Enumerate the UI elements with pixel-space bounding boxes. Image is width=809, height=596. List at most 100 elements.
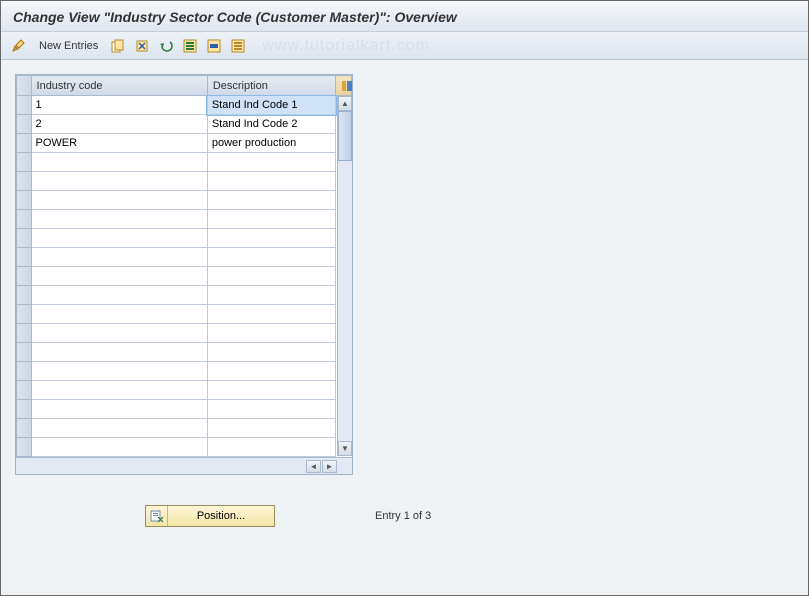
cell-desc[interactable] bbox=[207, 362, 336, 381]
table-row: 1Stand Ind Code 1 bbox=[17, 96, 352, 115]
cell-code[interactable] bbox=[31, 248, 207, 267]
table-row bbox=[17, 191, 352, 210]
cell-desc[interactable] bbox=[207, 324, 336, 343]
cell-code[interactable] bbox=[31, 267, 207, 286]
cell-desc[interactable]: Stand Ind Code 1 bbox=[207, 96, 336, 115]
table-row bbox=[17, 362, 352, 381]
row-selector[interactable] bbox=[17, 153, 32, 172]
row-selector[interactable] bbox=[17, 229, 32, 248]
table-row: 2Stand Ind Code 2 bbox=[17, 115, 352, 134]
table-row bbox=[17, 229, 352, 248]
row-selector[interactable] bbox=[17, 96, 32, 115]
table-row bbox=[17, 286, 352, 305]
cell-code[interactable] bbox=[31, 229, 207, 248]
cell-desc[interactable] bbox=[207, 419, 336, 438]
cell-desc[interactable] bbox=[207, 248, 336, 267]
row-selector[interactable] bbox=[17, 172, 32, 191]
cell-code[interactable] bbox=[31, 381, 207, 400]
cell-desc[interactable] bbox=[207, 438, 336, 457]
cell-desc[interactable] bbox=[207, 210, 336, 229]
cell-code[interactable] bbox=[31, 286, 207, 305]
cell-desc[interactable] bbox=[207, 400, 336, 419]
deselect-all-icon[interactable] bbox=[228, 37, 248, 55]
cell-desc[interactable] bbox=[207, 153, 336, 172]
position-label: Position... bbox=[168, 510, 274, 522]
cell-desc[interactable]: Stand Ind Code 2 bbox=[207, 115, 336, 134]
cell-desc[interactable] bbox=[207, 191, 336, 210]
cell-code[interactable] bbox=[31, 305, 207, 324]
table-settings-icon[interactable] bbox=[336, 76, 352, 96]
toolbar: New Entries www.tutorialkart.com bbox=[1, 32, 808, 60]
scroll-thumb[interactable] bbox=[338, 111, 352, 161]
cell-desc[interactable] bbox=[207, 381, 336, 400]
row-selector[interactable] bbox=[17, 305, 32, 324]
select-all-icon[interactable] bbox=[180, 37, 200, 55]
position-button[interactable]: Position... bbox=[145, 505, 275, 527]
cell-desc[interactable] bbox=[207, 172, 336, 191]
table-row bbox=[17, 400, 352, 419]
row-selector[interactable] bbox=[17, 362, 32, 381]
row-selector[interactable] bbox=[17, 400, 32, 419]
vertical-scrollbar[interactable]: ▲ ▼ bbox=[337, 96, 352, 456]
cell-code[interactable] bbox=[31, 438, 207, 457]
row-selector[interactable] bbox=[17, 286, 32, 305]
data-table: Industry code Description 1Stand Ind Cod… bbox=[16, 75, 352, 457]
position-icon bbox=[146, 506, 168, 526]
table-row bbox=[17, 305, 352, 324]
row-selector[interactable] bbox=[17, 210, 32, 229]
row-selector[interactable] bbox=[17, 115, 32, 134]
row-selector[interactable] bbox=[17, 191, 32, 210]
page-title: Change View "Industry Sector Code (Custo… bbox=[1, 1, 808, 32]
row-selector[interactable] bbox=[17, 248, 32, 267]
table-row bbox=[17, 438, 352, 457]
cell-code[interactable] bbox=[31, 172, 207, 191]
row-selector[interactable] bbox=[17, 324, 32, 343]
cell-code[interactable] bbox=[31, 153, 207, 172]
cell-desc[interactable] bbox=[207, 267, 336, 286]
table-row bbox=[17, 153, 352, 172]
scroll-down-icon[interactable]: ▼ bbox=[338, 441, 352, 456]
select-block-icon[interactable] bbox=[204, 37, 224, 55]
row-selector[interactable] bbox=[17, 381, 32, 400]
col-header-desc[interactable]: Description bbox=[207, 76, 336, 96]
cell-desc[interactable] bbox=[207, 305, 336, 324]
scroll-left-icon[interactable]: ◄ bbox=[306, 460, 321, 473]
table-row bbox=[17, 248, 352, 267]
cell-code[interactable]: 1 bbox=[31, 96, 207, 115]
cell-code[interactable] bbox=[31, 343, 207, 362]
cell-code[interactable] bbox=[31, 400, 207, 419]
cell-code[interactable] bbox=[31, 419, 207, 438]
cell-code[interactable] bbox=[31, 324, 207, 343]
row-selector[interactable] bbox=[17, 438, 32, 457]
delete-icon[interactable] bbox=[132, 37, 152, 55]
cell-desc[interactable] bbox=[207, 343, 336, 362]
cell-desc[interactable]: power production bbox=[207, 134, 336, 153]
cell-code[interactable]: 2 bbox=[31, 115, 207, 134]
table-row bbox=[17, 172, 352, 191]
change-icon[interactable] bbox=[9, 37, 29, 55]
copy-icon[interactable] bbox=[108, 37, 128, 55]
row-selector[interactable] bbox=[17, 343, 32, 362]
undo-icon[interactable] bbox=[156, 37, 176, 55]
cell-code[interactable]: POWER bbox=[31, 134, 207, 153]
table-row bbox=[17, 381, 352, 400]
cell-desc[interactable] bbox=[207, 229, 336, 248]
cell-code[interactable] bbox=[31, 362, 207, 381]
cell-code[interactable] bbox=[31, 191, 207, 210]
scroll-right-icon[interactable]: ► bbox=[322, 460, 337, 473]
col-header-code[interactable]: Industry code bbox=[31, 76, 207, 96]
scroll-up-icon[interactable]: ▲ bbox=[338, 96, 352, 111]
row-selector[interactable] bbox=[17, 267, 32, 286]
table-row bbox=[17, 267, 352, 286]
table-row: POWERpower production bbox=[17, 134, 352, 153]
new-entries-button[interactable]: New Entries bbox=[33, 40, 104, 52]
table-row bbox=[17, 324, 352, 343]
row-selector[interactable] bbox=[17, 419, 32, 438]
cell-desc[interactable] bbox=[207, 286, 336, 305]
row-selector[interactable] bbox=[17, 134, 32, 153]
data-table-wrap: Industry code Description 1Stand Ind Cod… bbox=[15, 74, 353, 475]
table-row bbox=[17, 343, 352, 362]
select-all-header[interactable] bbox=[17, 76, 32, 96]
cell-code[interactable] bbox=[31, 210, 207, 229]
table-row bbox=[17, 210, 352, 229]
